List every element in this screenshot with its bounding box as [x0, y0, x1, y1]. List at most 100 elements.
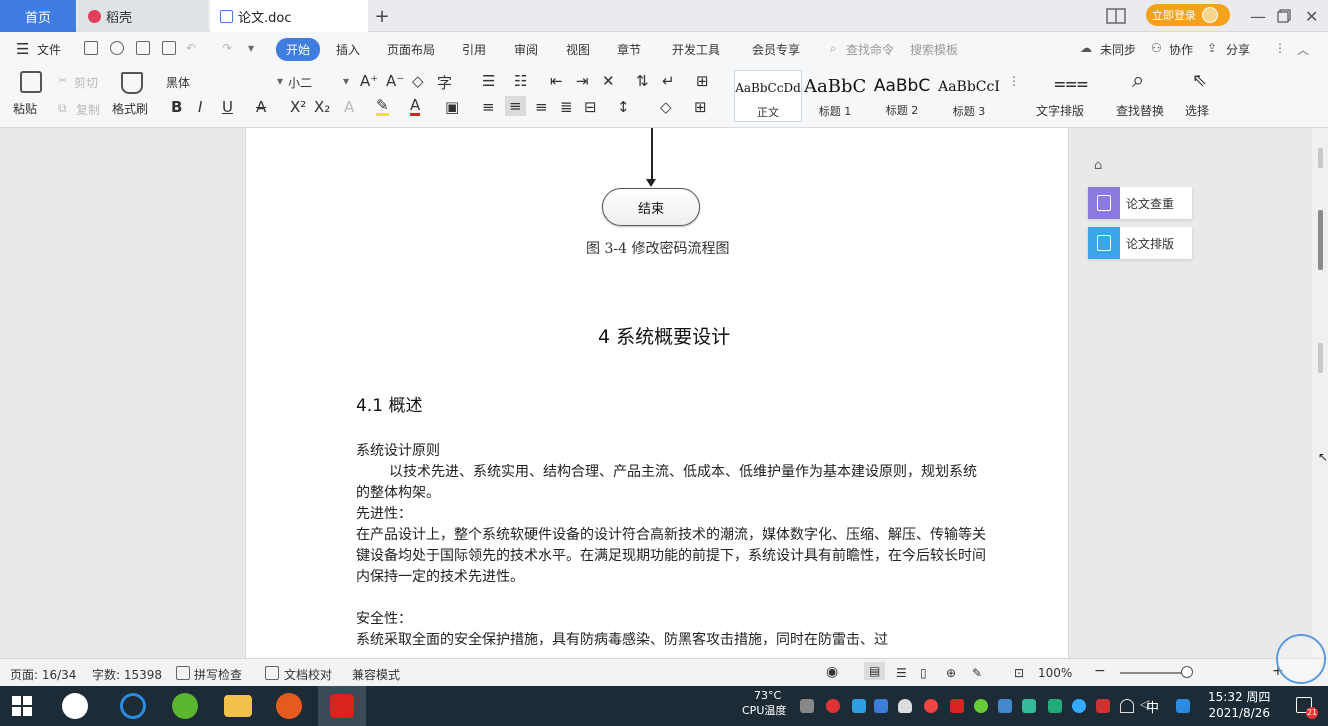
select-cursor-icon[interactable]: ⇖: [1192, 70, 1207, 91]
tray-icon[interactable]: [998, 699, 1012, 713]
zoom-out-icon[interactable]: −: [1094, 663, 1106, 679]
search-command-input[interactable]: 查找命令: [846, 41, 894, 58]
format-painter-button[interactable]: 格式刷: [112, 100, 148, 117]
copy-button[interactable]: 复制: [76, 101, 100, 118]
search-tray-icon[interactable]: [1176, 699, 1190, 713]
word-count[interactable]: 字数: 15398: [92, 666, 162, 683]
app-orange-icon[interactable]: [276, 693, 302, 719]
reading-view-icon[interactable]: ▯: [920, 666, 927, 680]
undo-history-icon[interactable]: [110, 41, 124, 55]
file-explorer-icon[interactable]: [224, 695, 252, 717]
justify-icon[interactable]: ≣: [560, 98, 573, 116]
strikethrough-icon[interactable]: A: [256, 98, 266, 116]
quick-access-more-icon[interactable]: ▾: [248, 41, 254, 55]
highlight-icon[interactable]: ✎: [376, 98, 389, 116]
paper-check-button[interactable]: 论文查重: [1088, 187, 1192, 219]
show-marks-icon[interactable]: ↵: [662, 72, 675, 90]
shading-icon[interactable]: ◇: [660, 98, 672, 116]
distribute-icon[interactable]: ⊟: [584, 98, 597, 116]
style-heading-2[interactable]: AaBbC 标题 2: [870, 70, 934, 122]
menu-references[interactable]: 引用: [462, 41, 486, 58]
bluetooth-icon[interactable]: [1072, 699, 1086, 713]
close-icon[interactable]: ✕: [1305, 0, 1318, 32]
sort-icon[interactable]: ⇅: [636, 72, 649, 90]
tab-stops-icon[interactable]: ⊞: [696, 72, 709, 90]
align-left-icon[interactable]: ≡: [482, 98, 495, 116]
paper-format-button[interactable]: 论文排版: [1088, 227, 1192, 259]
menu-developer[interactable]: 开发工具: [672, 41, 720, 58]
menu-chapter[interactable]: 章节: [617, 41, 641, 58]
fit-page-icon[interactable]: ⊡: [1014, 666, 1024, 680]
bullets-icon[interactable]: ☰: [482, 72, 495, 90]
wps-taskbar-button[interactable]: [318, 686, 366, 726]
restore-icon[interactable]: [1277, 0, 1291, 32]
format-painter-icon[interactable]: [121, 72, 143, 94]
cut-button[interactable]: 剪切: [74, 74, 98, 91]
decrease-indent-icon[interactable]: ⇤: [550, 72, 563, 90]
align-right-icon[interactable]: ≡: [535, 98, 548, 116]
font-size-select[interactable]: 小二: [288, 74, 312, 91]
share-button[interactable]: 分享: [1226, 41, 1250, 58]
menu-file[interactable]: 文件: [37, 41, 61, 58]
style-normal[interactable]: AaBbCcDd 正文: [734, 70, 802, 122]
scrollbar-thumb[interactable]: [1318, 210, 1323, 270]
outline-view-icon[interactable]: ☰: [896, 666, 907, 680]
shrink-font-icon[interactable]: A⁻: [386, 72, 404, 90]
menu-start[interactable]: 开始: [276, 38, 321, 61]
style-heading-1[interactable]: AaBbC 标题 1: [804, 70, 866, 122]
char-border-icon[interactable]: ▣: [445, 98, 459, 116]
line-spacing-icon[interactable]: ↕: [617, 98, 630, 116]
proofread-button[interactable]: 文档校对: [284, 666, 332, 683]
vertical-scrollbar[interactable]: [1312, 128, 1328, 658]
save-icon[interactable]: [84, 41, 98, 55]
tray-shield-icon[interactable]: [874, 699, 888, 713]
text-layout-button[interactable]: 文字排版: [1036, 102, 1084, 119]
tray-icon[interactable]: [1096, 699, 1110, 713]
hamburger-icon[interactable]: ☰: [16, 40, 29, 58]
grow-font-icon[interactable]: A⁺: [360, 72, 378, 90]
subscript-icon[interactable]: X₂: [314, 98, 330, 116]
styles-scroll-icon[interactable]: ⋮: [1008, 74, 1020, 88]
tray-icon[interactable]: [826, 699, 840, 713]
underline-icon[interactable]: U: [222, 98, 233, 116]
font-color-icon[interactable]: A: [410, 98, 421, 116]
text-layout-icon[interactable]: ⩶: [1054, 70, 1088, 94]
wifi-icon[interactable]: [1120, 699, 1134, 713]
find-replace-icon[interactable]: ⌕: [1132, 68, 1144, 93]
ime-indicator[interactable]: 中: [1146, 697, 1159, 716]
layout-toggle-icon[interactable]: [1106, 0, 1126, 32]
cut-icon[interactable]: ✂: [58, 74, 67, 87]
tab-document[interactable]: 论文.doc: [210, 0, 368, 32]
style-heading-3[interactable]: AaBbCcI 标题 3: [936, 70, 1002, 122]
tray-icon[interactable]: [852, 699, 866, 713]
app-flower-icon[interactable]: [62, 693, 88, 719]
find-replace-button[interactable]: 查找替换: [1116, 102, 1164, 119]
size-dropdown-icon[interactable]: ▾: [343, 74, 349, 88]
minimize-icon[interactable]: —: [1250, 0, 1266, 32]
font-name-select[interactable]: 黑体: [166, 74, 190, 91]
redo-icon[interactable]: ↷: [222, 41, 232, 55]
search-template-input[interactable]: 搜索模板: [910, 41, 958, 58]
tray-icon[interactable]: [924, 699, 938, 713]
more-icon[interactable]: ⋮: [1274, 41, 1286, 55]
cpu-temp-widget[interactable]: 73°C CPU温度: [742, 688, 786, 718]
spellcheck-button[interactable]: 拼写检查: [194, 666, 242, 683]
clock[interactable]: 15:32 周四 2021/8/26: [1208, 689, 1270, 721]
tray-icon[interactable]: [800, 699, 814, 713]
menu-member[interactable]: 会员专享: [752, 41, 800, 58]
new-tab-button[interactable]: +: [372, 0, 392, 32]
sync-status[interactable]: 未同步: [1100, 41, 1136, 58]
tray-icon[interactable]: [950, 699, 964, 713]
tab-home[interactable]: 首页: [0, 0, 76, 32]
chinese-layout-icon[interactable]: ✕: [602, 72, 615, 90]
paste-icon[interactable]: [20, 71, 42, 93]
increase-indent-icon[interactable]: ⇥: [576, 72, 589, 90]
text-effect-icon[interactable]: A: [344, 98, 354, 116]
floating-assistant-button[interactable]: [1276, 634, 1326, 684]
select-button[interactable]: 选择: [1185, 102, 1209, 119]
write-view-icon[interactable]: ✎: [972, 666, 982, 680]
pinyin-icon[interactable]: 字: [437, 72, 452, 93]
menu-view[interactable]: 视图: [566, 41, 590, 58]
copy-icon[interactable]: ⧉: [58, 101, 67, 116]
zoom-level[interactable]: 100%: [1038, 666, 1072, 680]
